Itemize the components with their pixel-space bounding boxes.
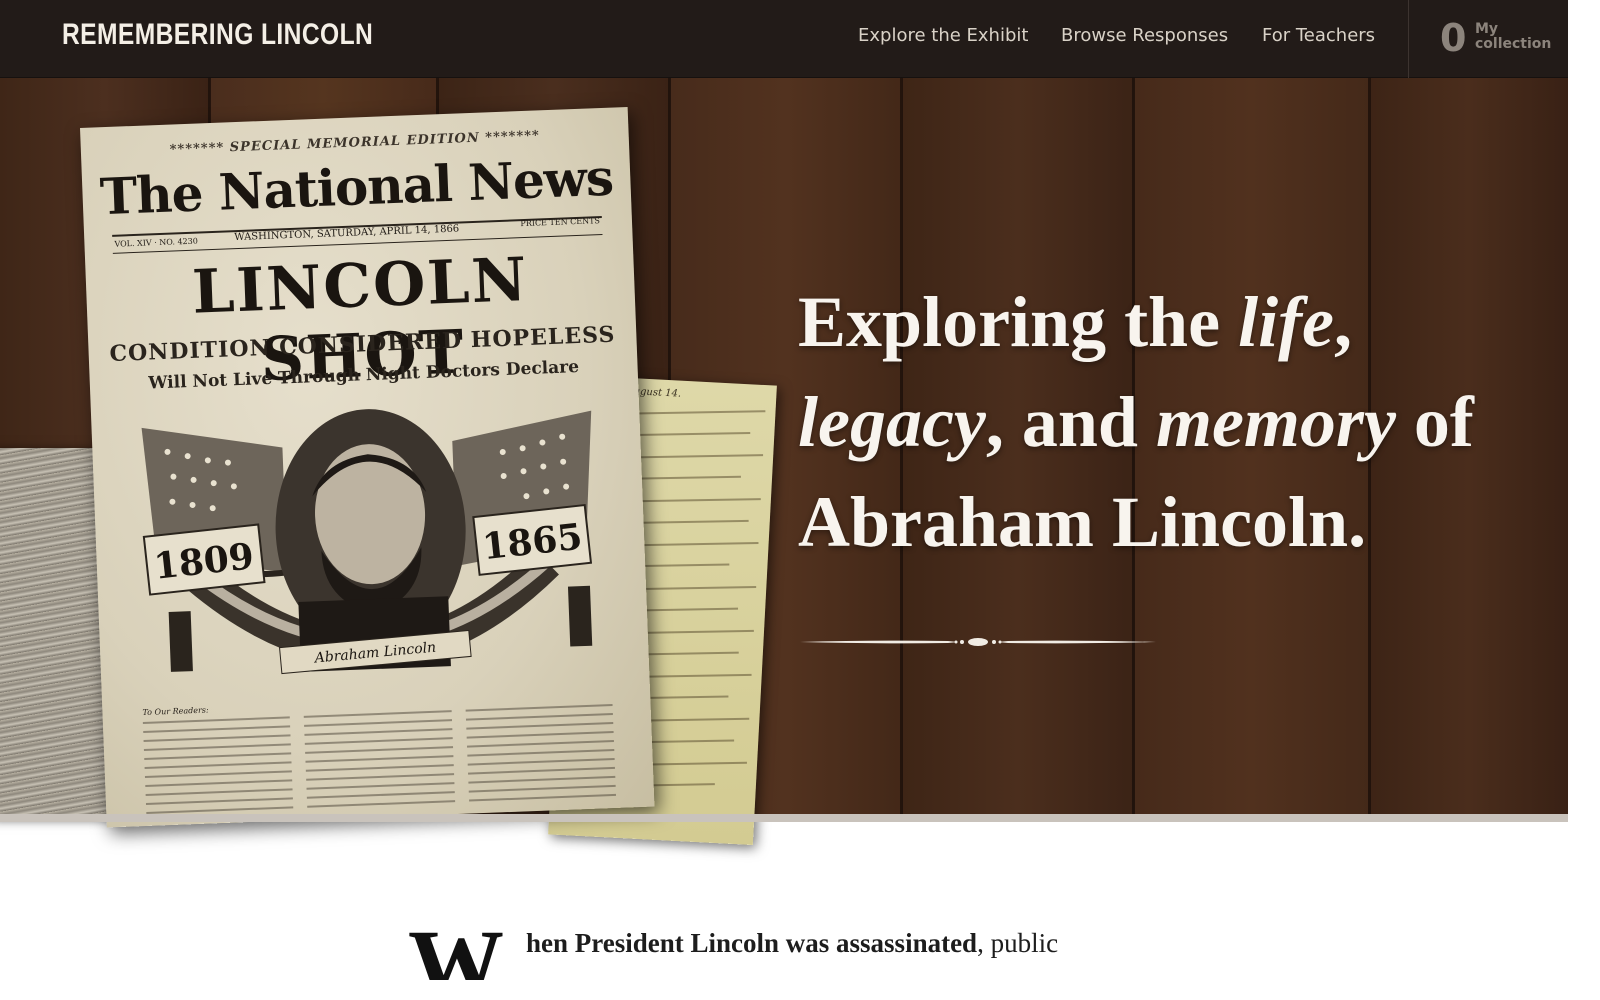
hero-title-text: Exploring the <box>798 282 1239 362</box>
hero-title-emphasis: legacy <box>798 382 986 462</box>
hero-bottom-border <box>0 814 1568 822</box>
site-header: REMEMBERING LINCOLN Explore the Exhibit … <box>0 0 1568 78</box>
drop-cap: W <box>408 910 504 981</box>
year-plaque-right: 1865 <box>472 503 593 576</box>
intro-text-rest: , public <box>977 928 1059 958</box>
header-divider <box>1408 0 1409 78</box>
ornamental-divider-icon <box>800 638 1156 646</box>
newspaper-columns <box>142 703 617 821</box>
collection-label-line2: collection <box>1475 36 1552 52</box>
year-plaque-left: 1809 <box>142 523 266 596</box>
nav-for-teachers[interactable]: For Teachers <box>1262 25 1375 46</box>
intro-paragraph: W hen President Lincoln was assassinated… <box>408 910 1168 981</box>
tassel-left-icon <box>168 611 193 672</box>
hero-title-emphasis: memory <box>1155 382 1396 462</box>
newspaper-price: PRICE TEN CENTS <box>520 216 601 229</box>
site-logo[interactable]: REMEMBERING LINCOLN <box>62 18 373 52</box>
intro-text: hen President Lincoln was assassinated, … <box>526 920 1146 966</box>
nav-browse-responses[interactable]: Browse Responses <box>1061 25 1228 46</box>
hero-title-text: , and <box>985 382 1156 462</box>
collection-label-line1: My <box>1475 21 1499 37</box>
newspaper-vol: VOL. XIV · NO. 4230 <box>114 236 198 249</box>
hero-title-emphasis: life <box>1238 282 1335 362</box>
hero-title: Exploring the life, legacy, and memory o… <box>798 272 1518 572</box>
tassel-right-icon <box>567 585 593 647</box>
newspaper-readers-heading: To Our Readers: <box>142 705 209 718</box>
lincoln-portrait-illustration: 1809 1865 Abraham Lincoln <box>141 409 593 675</box>
hero-title-text: , <box>1334 282 1353 362</box>
newspaper-image: ******* SPECIAL MEMORIAL EDITION *******… <box>80 106 655 828</box>
intro-text-bold: hen President Lincoln was assassinated <box>526 928 978 958</box>
newspaper-name: The National News <box>98 147 615 227</box>
nav-explore-exhibit[interactable]: Explore the Exhibit <box>858 25 1028 46</box>
collection-label: My collection <box>1475 22 1565 52</box>
collection-count: 0 <box>1440 16 1467 60</box>
